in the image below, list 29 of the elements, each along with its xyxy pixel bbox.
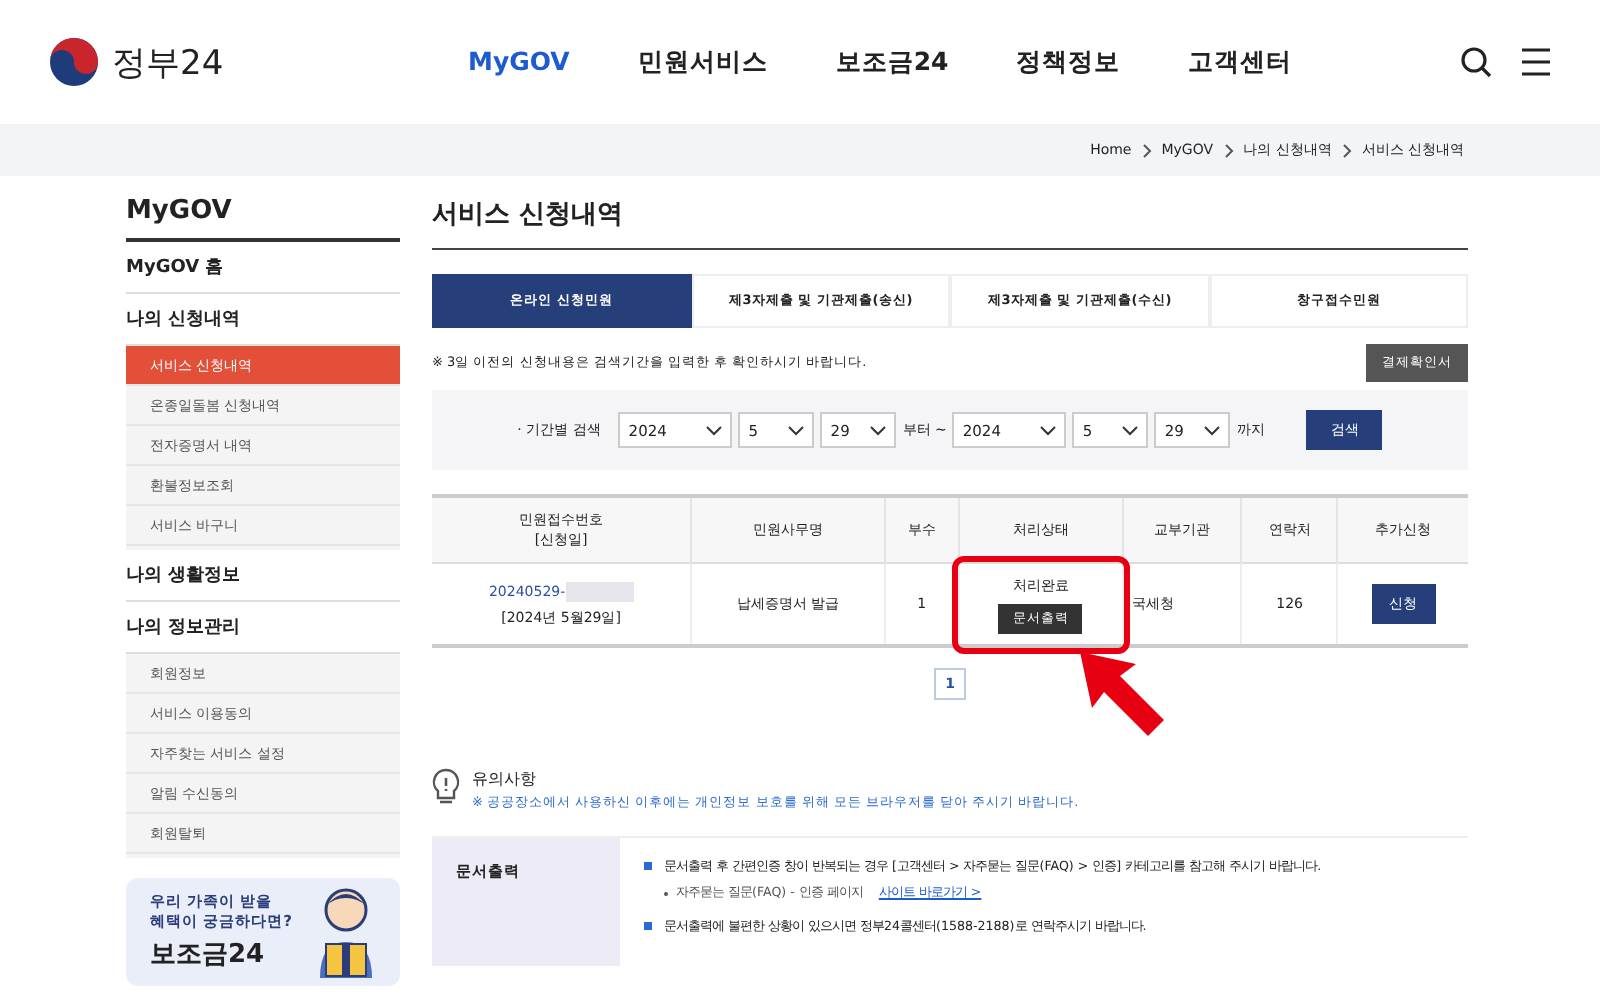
pointer-arrow-icon xyxy=(1076,648,1168,740)
notice-title: 유의사항 xyxy=(472,768,538,790)
page-title: 서비스 신청내역 xyxy=(432,196,1468,250)
chevron-down-icon xyxy=(870,425,887,435)
chevron-down-icon xyxy=(706,425,723,435)
blurred-text-block xyxy=(565,581,634,601)
nav-link[interactable]: 고객센터 xyxy=(1188,45,1293,79)
taegeuk-logo-icon[interactable] xyxy=(48,36,100,88)
bullet-icon xyxy=(644,862,652,870)
lightbulb-icon xyxy=(432,768,460,808)
search-icon[interactable] xyxy=(1460,46,1492,78)
banner-brand: 보조금24 xyxy=(150,937,267,972)
sidebar-title: MyGOV xyxy=(126,196,400,242)
chevron-down-icon xyxy=(788,425,805,435)
nav-link[interactable]: 보조금24 xyxy=(835,45,949,79)
nav-link[interactable]: 정책정보 xyxy=(1016,45,1121,79)
menu-icon[interactable] xyxy=(1520,48,1552,76)
chevron-down-icon xyxy=(1040,425,1057,435)
chevron-right-icon xyxy=(1141,143,1152,157)
sidebar-group-link[interactable]: 나의 생활정보 xyxy=(126,550,400,602)
chevron-right-icon xyxy=(1223,143,1234,157)
logo-text[interactable]: 정부24 xyxy=(112,39,224,85)
nav-link[interactable]: MyGOV xyxy=(468,45,570,79)
chevron-down-icon xyxy=(1204,425,1221,435)
sidebar-group-link[interactable]: MyGOV 홈 xyxy=(126,242,400,294)
chevron-down-icon xyxy=(1122,425,1139,435)
bullet-icon xyxy=(644,922,652,930)
nav-link[interactable]: 민원서비스 xyxy=(637,45,768,79)
chevron-right-icon xyxy=(1341,143,1352,157)
